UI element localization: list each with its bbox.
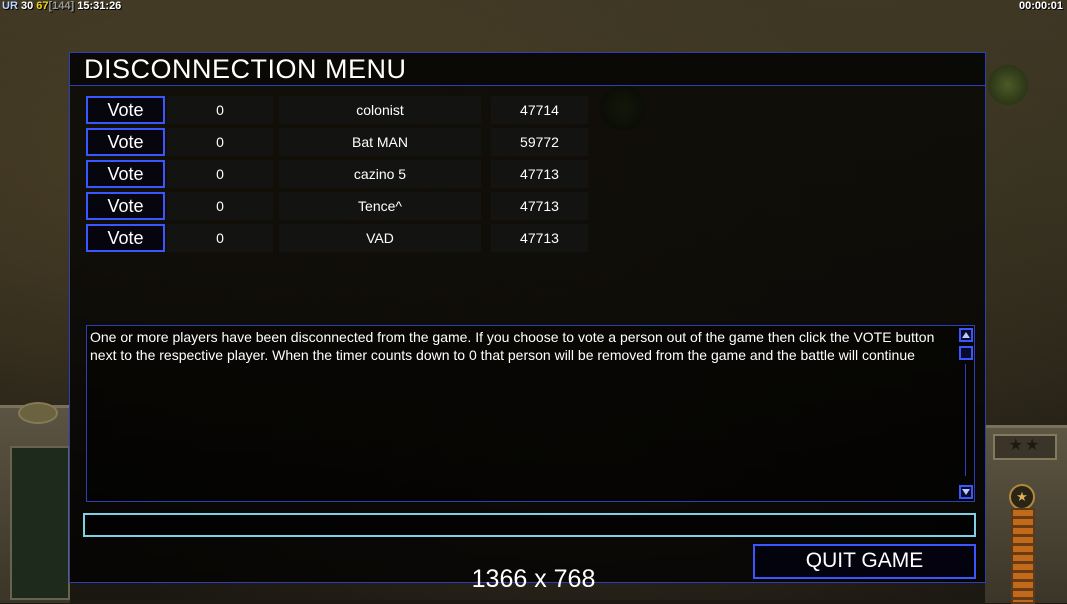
- vote-count: 0: [167, 128, 273, 156]
- player-ping: 47713: [491, 160, 588, 188]
- rank-medal-icon: [18, 402, 58, 424]
- vote-button[interactable]: Vote: [86, 160, 165, 188]
- vote-button[interactable]: Vote: [86, 224, 165, 252]
- tree-sprite: [988, 65, 1028, 105]
- menu-title-bar: DISCONNECTION MENU: [70, 53, 985, 86]
- command-bar-right: ★★ ★: [985, 425, 1067, 604]
- message-box[interactable]: One or more players have been disconnect…: [86, 325, 975, 502]
- quit-game-button[interactable]: QUIT GAME: [753, 544, 976, 579]
- disconnection-menu: DISCONNECTION MENU Vote 0 colonist 47714…: [69, 52, 986, 583]
- player-row: Vote 0 cazino 5 47713: [86, 160, 588, 188]
- player-row: Vote 0 Bat MAN 59772: [86, 128, 588, 156]
- clock: 15:31:26: [77, 0, 122, 12]
- scroll-up-icon[interactable]: [959, 328, 973, 342]
- rank-stars-icon: ★★: [993, 434, 1057, 460]
- scroll-down-icon[interactable]: [959, 485, 973, 499]
- sub-value: [144]: [48, 0, 75, 12]
- player-name: Bat MAN: [279, 128, 481, 156]
- command-bar-left: [0, 402, 70, 603]
- menu-title: DISCONNECTION MENU: [84, 54, 407, 84]
- lag-value: 67: [36, 0, 49, 12]
- vote-button[interactable]: Vote: [86, 192, 165, 220]
- player-name: VAD: [279, 224, 481, 252]
- player-name: cazino 5: [279, 160, 481, 188]
- general-emblem-icon: ★: [1009, 484, 1035, 510]
- status-bar: UR 30 67[144] 15:31:26: [2, 0, 121, 12]
- vote-button[interactable]: Vote: [86, 96, 165, 124]
- vote-count: 0: [167, 224, 273, 252]
- player-row: Vote 0 VAD 47713: [86, 224, 588, 252]
- power-meter: [1011, 508, 1035, 604]
- player-row: Vote 0 colonist 47714: [86, 96, 588, 124]
- player-row: Vote 0 Tence^ 47713: [86, 192, 588, 220]
- elapsed-timer: 00:00:01: [1018, 0, 1063, 12]
- player-name: Tence^: [279, 192, 481, 220]
- radar-screen: [10, 446, 70, 600]
- player-ping: 47714: [491, 96, 588, 124]
- ur-value: 30: [20, 0, 34, 12]
- vote-count: 0: [167, 192, 273, 220]
- player-name: colonist: [279, 96, 481, 124]
- vote-button[interactable]: Vote: [86, 128, 165, 156]
- player-ping: 47713: [491, 224, 588, 252]
- scroll-track: [965, 364, 966, 476]
- vote-count: 0: [167, 160, 273, 188]
- scroll-thumb[interactable]: [959, 346, 973, 360]
- ur-label: UR: [2, 0, 18, 12]
- player-ping: 59772: [491, 128, 588, 156]
- message-text: One or more players have been disconnect…: [90, 329, 935, 363]
- chat-input[interactable]: [83, 513, 976, 537]
- player-ping: 47713: [491, 192, 588, 220]
- vote-count: 0: [167, 96, 273, 124]
